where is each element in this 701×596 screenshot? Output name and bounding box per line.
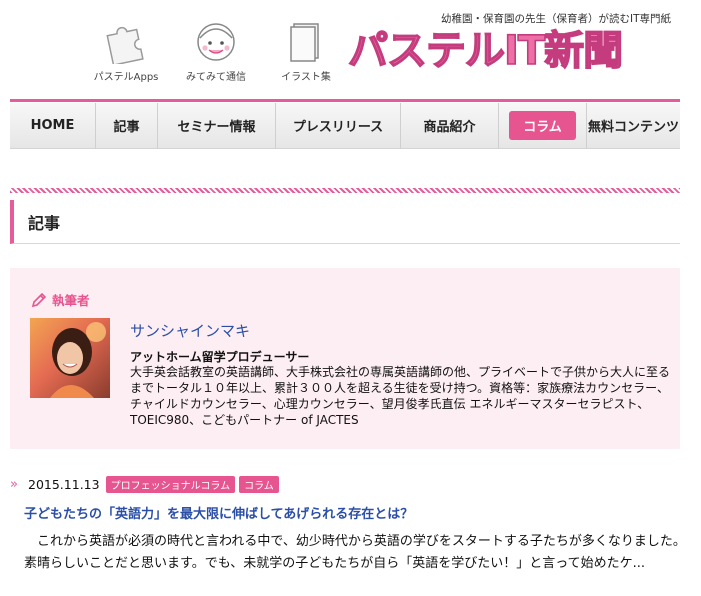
nav-item-label: HOME [30,118,75,133]
nav-item-5[interactable]: コラム [499,102,587,149]
puzzle-icon [106,26,144,64]
site-logo[interactable]: パステルIT新聞 [347,27,624,75]
section-title: 記事 [10,200,680,244]
article-item: » 2015.11.13 プロフェッショナルコラム コラム 子どもたちの「英語力… [10,474,690,575]
illustration-link[interactable]: イラスト集 [270,18,342,83]
author-label-text: 執筆者 [52,293,90,308]
author-label: 執筆者 [30,290,90,309]
book-icon [290,23,319,62]
nav-item-label: 無料コンテンツ [587,120,679,135]
illustration-label: イラスト集 [281,72,331,83]
nav-item-2[interactable]: セミナー情報 [158,102,276,149]
author-box: 執筆者 サンシャインマキ アットホーム留学プロデューサー 大手英会話教室の英語講… [10,268,680,449]
pastel-apps-link[interactable]: パステルApps [90,18,162,83]
nav-item-3[interactable]: プレスリリース [276,102,401,149]
tag-professional-column[interactable]: プロフェッショナルコラム [105,475,236,493]
author-bio: 大手英会話教室の英語講師、大手株式会社の専属英語講師の他、プライベートで子供から… [130,365,671,427]
site-tagline: 幼稚園・保育園の先生（保育者）が読むIT専門紙 [440,13,671,25]
nav-item-1[interactable]: 記事 [96,102,158,149]
pastel-apps-label: パステルApps [93,72,159,83]
nav-item-label: プレスリリース [292,120,384,135]
author-role: アットホーム留学プロデューサー [130,350,310,364]
nav-item-6[interactable]: 無料コンテンツ [587,103,680,149]
nav-item-label: 記事 [113,120,140,135]
nav-item-0[interactable]: HOME [10,102,96,149]
article-date: 2015.11.13 [28,476,100,492]
nav-item-label: 商品紹介 [423,120,476,135]
article-meta: » 2015.11.13 プロフェッショナルコラム コラム [10,474,690,494]
smiley-icon [197,23,235,61]
section-stripe [10,188,680,193]
tag-column[interactable]: コラム [239,475,279,493]
top-icon-links: パステルApps みてみて通信 イラスト集 [90,18,342,83]
site-header: パステルApps みてみて通信 イラスト集 幼稚園・保育園の先生（保育者）が読む… [0,0,701,100]
nav-item-label: セミナー情報 [177,120,256,135]
nav-item-label: コラム [509,111,576,140]
article-title-link[interactable]: 子どもたちの「英語力」を最大限に伸ばしてあげられる存在とは？ [24,503,690,522]
main-nav: HOME 記事 セミナー情報 プレスリリース 商品紹介 コラム 無料コンテンツ [10,102,680,149]
author-portrait [50,322,106,398]
article-excerpt: これから英語が必須の時代と言われる中で、幼少時代から英語の学びをスタートする子た… [24,534,686,571]
pencil-icon [31,292,47,307]
mitemite-link[interactable]: みてみて通信 [180,18,252,83]
author-avatar [30,318,110,398]
author-name[interactable]: サンシャインマキ [130,320,250,341]
mitemite-label: みてみて通信 [186,72,246,83]
chevron-right-icon: » [10,476,18,492]
nav-item-4[interactable]: 商品紹介 [401,102,499,149]
